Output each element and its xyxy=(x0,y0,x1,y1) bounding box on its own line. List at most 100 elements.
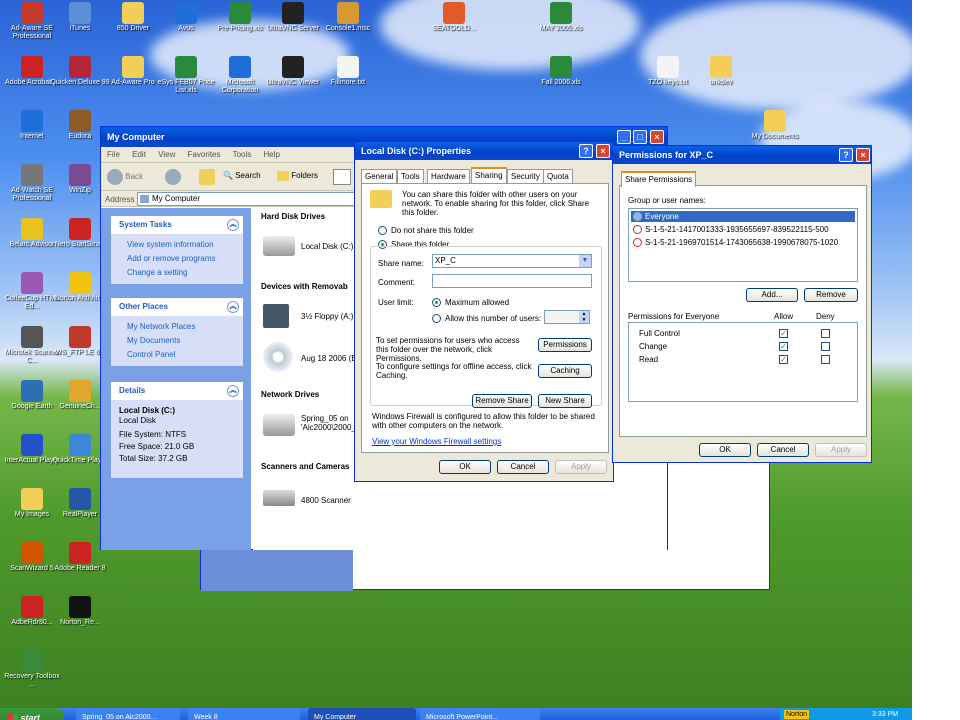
task-link[interactable]: View system information xyxy=(127,240,214,249)
place-link[interactable]: My Network Places xyxy=(127,322,195,331)
taskbar-item[interactable]: Week 8 xyxy=(188,708,300,720)
desktop-icon[interactable]: Fall 2006.xls xyxy=(531,56,591,87)
start-button[interactable]: start xyxy=(0,708,64,720)
close-button[interactable]: × xyxy=(650,130,664,144)
forward-arrow-icon[interactable] xyxy=(165,169,181,185)
list-item-user[interactable]: S-1-5-21-1969701514-1743065638-199067807… xyxy=(631,237,855,248)
max-allowed-radio[interactable] xyxy=(432,298,441,307)
back-button[interactable]: Back xyxy=(107,169,143,185)
list-item-everyone[interactable]: Everyone xyxy=(631,211,855,222)
menu-file[interactable]: File xyxy=(107,150,120,159)
folders-button[interactable]: Folders xyxy=(277,171,318,181)
cancel-button[interactable]: Cancel xyxy=(757,443,809,457)
desktop-icon[interactable]: Pre-Pricing.xls xyxy=(210,2,270,33)
remove-share-button[interactable]: Remove Share xyxy=(472,394,532,408)
do-not-share-radio[interactable] xyxy=(378,226,387,235)
cancel-button[interactable]: Cancel xyxy=(497,460,549,474)
menu-tools[interactable]: Tools xyxy=(233,150,252,159)
close-button[interactable]: × xyxy=(856,148,870,162)
collapse-icon[interactable]: ︽ xyxy=(227,301,239,313)
desktop-icon[interactable]: 850 Driver xyxy=(103,2,163,33)
help-button[interactable]: ? xyxy=(579,144,593,158)
help-button[interactable]: ? xyxy=(839,148,853,162)
up-folder-icon[interactable] xyxy=(199,169,215,185)
desktop-icon[interactable]: UltraVNC Viewer xyxy=(263,56,323,87)
address-input[interactable]: My Computer xyxy=(137,192,357,206)
menu-edit[interactable]: Edit xyxy=(132,150,146,159)
desktop-icon[interactable]: Console1.msc xyxy=(318,2,378,33)
taskbar-item[interactable]: Spring_05 on Aic2000... xyxy=(76,708,180,720)
deny-change-checkbox[interactable] xyxy=(821,342,830,351)
desktop-icon[interactable]: Ad-Aware Pro xyxy=(103,56,163,87)
apply-button[interactable]: Apply xyxy=(555,460,607,474)
ok-button[interactable]: OK xyxy=(699,443,751,457)
max-allowed-label[interactable]: Maximum allowed xyxy=(445,298,509,307)
deny-full-control-checkbox[interactable] xyxy=(821,329,830,338)
tab-security[interactable]: Security xyxy=(507,169,544,183)
deny-read-checkbox[interactable] xyxy=(821,355,830,364)
tab-sharing[interactable]: Sharing xyxy=(471,167,507,183)
taskbar-item-active[interactable]: My Computer xyxy=(308,708,416,720)
cd-item[interactable]: Aug 18 2006 (E xyxy=(263,340,363,374)
menu-favorites[interactable]: Favorites xyxy=(188,150,221,159)
menu-help[interactable]: Help xyxy=(264,150,280,159)
chevron-down-icon[interactable]: ▼ xyxy=(579,255,591,267)
new-share-button[interactable]: New Share xyxy=(538,394,592,408)
task-link[interactable]: Add or remove programs xyxy=(127,254,215,263)
comment-field[interactable] xyxy=(432,274,592,288)
tab-hardware[interactable]: Hardware xyxy=(427,169,470,183)
allow-number-label[interactable]: Allow this number of users: xyxy=(445,314,541,323)
add-user-button[interactable]: Add... xyxy=(746,288,798,302)
permissions-dialog[interactable]: Permissions for XP_C ? × Share Permissio… xyxy=(612,145,872,463)
tab-general[interactable]: General xyxy=(361,169,398,183)
desktop-icon[interactable]: unkdev xyxy=(691,56,751,87)
users-list[interactable]: Everyone S-1-5-21-1417001333-1935655697-… xyxy=(628,208,858,282)
desktop-icon[interactable]: MAY 2005.xls xyxy=(531,2,591,33)
collapse-icon[interactable]: ︽ xyxy=(227,219,239,231)
permissions-button[interactable]: Permissions xyxy=(538,338,592,352)
place-link[interactable]: My Documents xyxy=(127,336,180,345)
desktop-icon[interactable]: SEATOOLD... xyxy=(424,2,484,33)
allow-change-checkbox[interactable]: ✓ xyxy=(779,342,788,351)
title-bar[interactable]: Local Disk (C:) Properties ? × xyxy=(355,142,613,160)
taskbar-item[interactable]: Microsoft PowerPoint... xyxy=(420,708,540,720)
local-disk-item[interactable]: Local Disk (C:) xyxy=(263,230,363,260)
scanner-item[interactable]: 4800 Scanner xyxy=(263,488,363,512)
desktop-icon[interactable]: Norton_Re... xyxy=(50,596,110,627)
desktop-icon[interactable]: Recovery Toolbox ... xyxy=(2,650,62,689)
network-drive-item[interactable]: Spring_05 on 'Aic2000\2000_ xyxy=(263,408,363,442)
caching-button[interactable]: Caching xyxy=(538,364,592,378)
desktop-icon[interactable]: eSys FEB07 Price List.xls xyxy=(156,56,216,95)
desktop-icon[interactable]: TZO keys.txt xyxy=(638,56,698,87)
desktop-icon[interactable]: Quicken Deluxe 99 xyxy=(50,56,110,87)
spin-icon[interactable]: ▲ ▼ xyxy=(579,311,589,323)
allow-full-control-checkbox[interactable]: ✓ xyxy=(779,329,788,338)
desktop-icon[interactable]: Fillmore.txt xyxy=(318,56,378,87)
tab-quota[interactable]: Quota xyxy=(543,169,573,183)
apply-button[interactable]: Apply xyxy=(815,443,867,457)
minimize-button[interactable]: _ xyxy=(617,130,631,144)
do-not-share-label[interactable]: Do not share this folder xyxy=(391,226,474,235)
user-count-stepper[interactable]: ▲ ▼ xyxy=(544,310,590,324)
views-button[interactable] xyxy=(333,169,351,185)
desktop-icon[interactable]: UltraVNC Server xyxy=(263,2,323,33)
remove-user-button[interactable]: Remove xyxy=(804,288,858,302)
panel-header[interactable]: Other Places ︽ xyxy=(111,298,243,316)
list-item-user[interactable]: S-1-5-21-1417001333-1935655697-839522115… xyxy=(631,224,855,235)
desktop-icon[interactable]: Microsoft Corporation xyxy=(210,56,270,95)
properties-dialog[interactable]: Local Disk (C:) Properties ? × General T… xyxy=(354,141,614,482)
allow-read-checkbox[interactable]: ✓ xyxy=(779,355,788,364)
place-link[interactable]: Control Panel xyxy=(127,350,175,359)
menu-view[interactable]: View xyxy=(158,150,175,159)
ok-button[interactable]: OK xyxy=(439,460,491,474)
panel-header[interactable]: Details ︽ xyxy=(111,382,243,400)
maximize-button[interactable]: □ xyxy=(633,130,647,144)
share-name-select[interactable]: XP_C ▼ xyxy=(432,254,592,268)
search-button[interactable]: 🔍 Search xyxy=(223,171,261,180)
collapse-icon[interactable]: ︽ xyxy=(227,385,239,397)
firewall-link[interactable]: View your Windows Firewall settings xyxy=(372,437,501,446)
tab-tools[interactable]: Tools xyxy=(397,169,424,183)
task-link[interactable]: Change a setting xyxy=(127,268,188,277)
close-button[interactable]: × xyxy=(596,144,610,158)
panel-header[interactable]: System Tasks ︽ xyxy=(111,216,243,234)
